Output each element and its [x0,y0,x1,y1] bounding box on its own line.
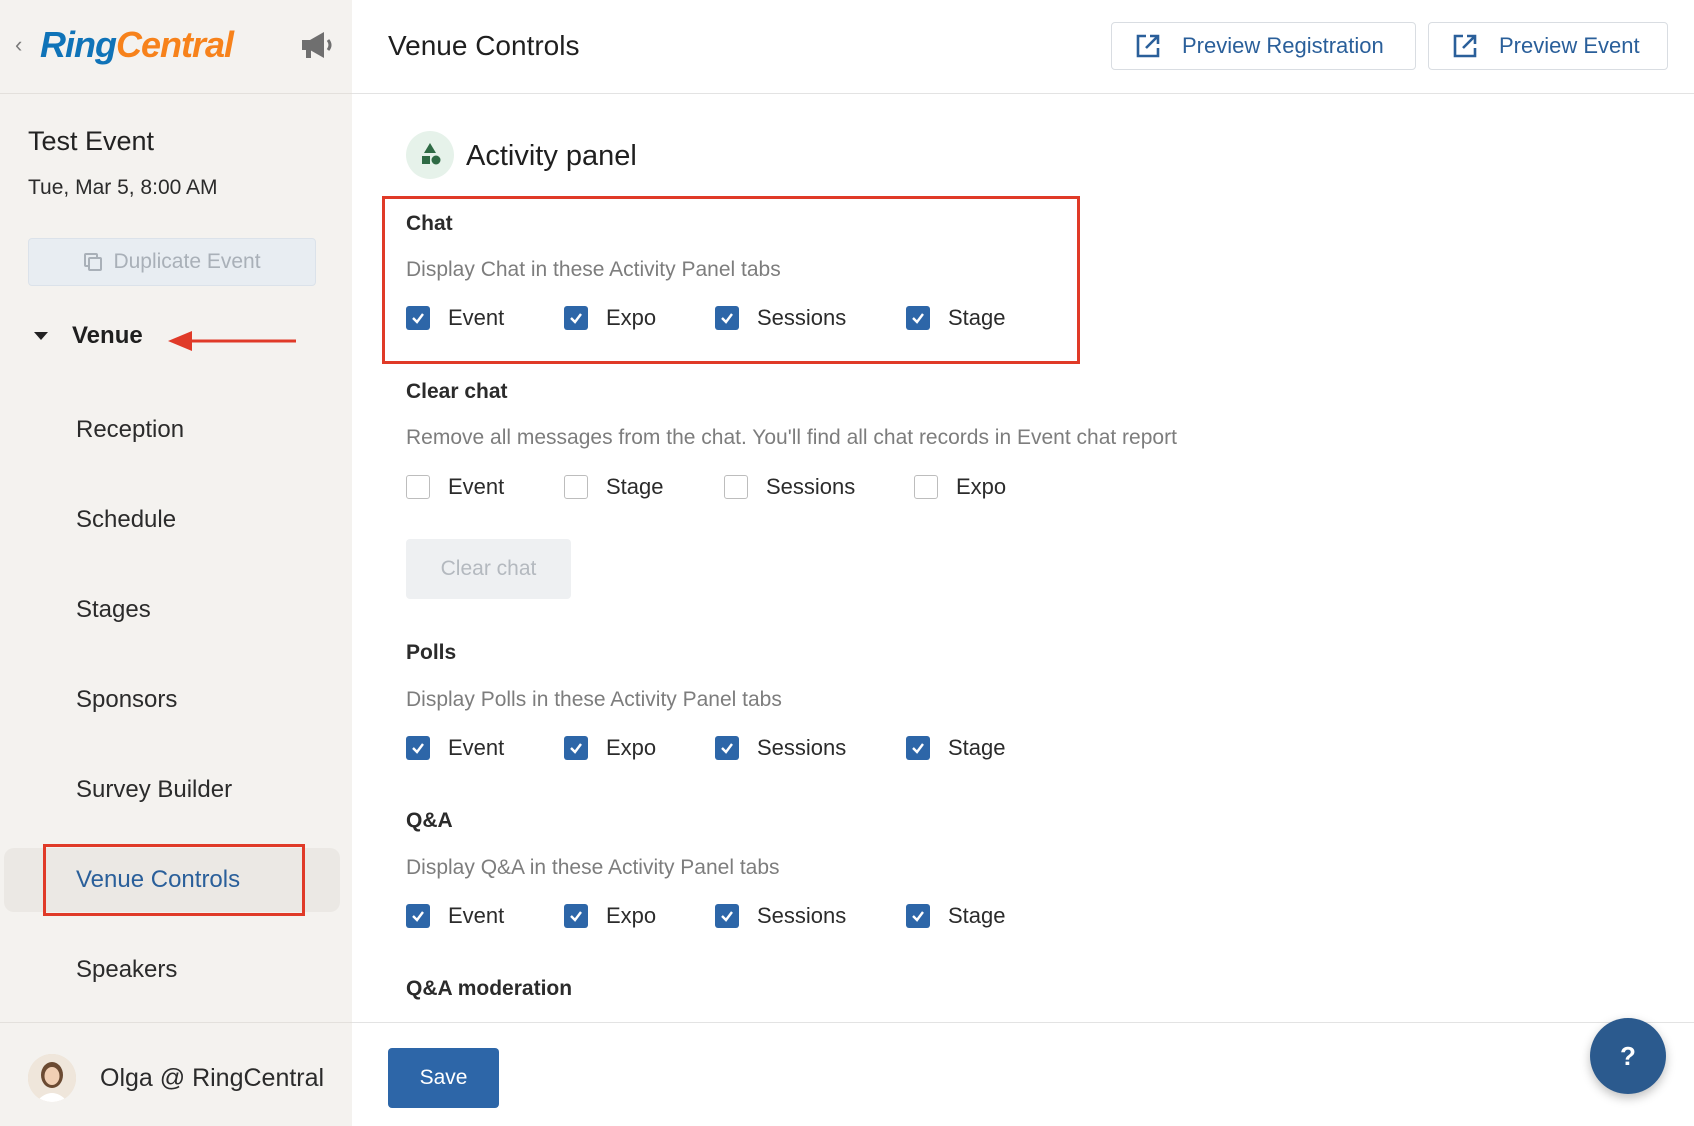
checkbox-label: Expo [956,474,1007,499]
checkbox-checked-icon [715,736,739,760]
sidebar-item-sponsors[interactable]: Sponsors [76,686,177,714]
sidebar-item-survey-builder[interactable]: Survey Builder [76,776,232,804]
event-title: Test Event [28,126,155,156]
checkbox-checked-icon [406,904,430,928]
sidebar-item-stages[interactable]: Stages [76,596,151,624]
preview-event-label: Preview Event [1499,33,1640,58]
external-link-icon [1136,34,1160,58]
checkbox-unchecked-icon [914,475,938,499]
qa-desc: Display Q&A in these Activity Panel tabs [406,856,780,879]
qa-moderation-title: Q&A moderation [406,977,573,1000]
checkbox-label: Event [448,735,505,760]
polls-options: Event Expo Sessions Stage [406,735,1206,763]
clear-chat-button[interactable]: Clear chat [406,539,571,599]
polls-desc: Display Polls in these Activity Panel ta… [406,688,782,711]
duplicate-event-button[interactable]: Duplicate Event [28,238,316,286]
external-link-icon [1453,34,1477,58]
polls-sessions-checkbox[interactable]: Sessions [715,735,846,761]
venue-section-toggle[interactable]: Venue [34,322,143,350]
checkbox-unchecked-icon [724,475,748,499]
annotation-box-sidebar [43,844,305,916]
save-button[interactable]: Save [388,1048,499,1108]
clear-chat-title: Clear chat [406,380,508,403]
polls-event-checkbox[interactable]: Event [406,735,504,761]
clear-event-checkbox[interactable]: Event [406,474,504,500]
checkbox-checked-icon [906,736,930,760]
checkbox-checked-icon [906,904,930,928]
checkbox-unchecked-icon [564,475,588,499]
polls-title: Polls [406,641,457,664]
user-name[interactable]: Olga @ RingCentral [100,1064,324,1093]
checkbox-label: Stage [948,903,1006,928]
clear-expo-checkbox[interactable]: Expo [914,474,1006,500]
checkbox-checked-icon [564,904,588,928]
preview-registration-label: Preview Registration [1182,33,1384,58]
help-button[interactable]: ? [1590,1018,1666,1094]
page-title: Venue Controls [388,30,580,61]
sidebar-item-speakers[interactable]: Speakers [76,956,177,984]
checkbox-checked-icon [564,736,588,760]
caret-down-icon [34,332,48,340]
qa-stage-checkbox[interactable]: Stage [906,903,1006,929]
checkbox-label: Expo [606,735,657,760]
annotation-arrow [168,331,296,351]
logo-central: Central [115,24,234,65]
logo-ring: Ring [40,24,117,65]
venue-label: Venue [72,322,143,349]
qa-sessions-checkbox[interactable]: Sessions [715,903,846,929]
checkbox-label: Sessions [757,735,847,760]
polls-expo-checkbox[interactable]: Expo [564,735,656,761]
back-chevron-icon[interactable]: ‹ [15,32,22,58]
annotation-box-chat [382,196,1080,364]
polls-stage-checkbox[interactable]: Stage [906,735,1006,761]
checkbox-label: Sessions [757,903,847,928]
preview-registration-button[interactable]: Preview Registration [1111,22,1416,70]
qa-title: Q&A [406,809,453,832]
qa-event-checkbox[interactable]: Event [406,903,504,929]
checkbox-unchecked-icon [406,475,430,499]
sidebar-item-reception[interactable]: Reception [76,416,184,444]
checkbox-label: Stage [606,474,664,499]
event-date: Tue, Mar 5, 8:00 AM [28,176,218,199]
clear-chat-desc: Remove all messages from the chat. You'l… [406,426,1177,449]
preview-event-button[interactable]: Preview Event [1428,22,1668,70]
checkbox-checked-icon [715,904,739,928]
avatar[interactable] [28,1054,76,1102]
activity-panel-title: Activity panel [466,140,637,172]
checkbox-label: Expo [606,903,657,928]
ringcentral-logo[interactable]: RingCentral [40,24,234,66]
clear-stage-checkbox[interactable]: Stage [564,474,664,500]
checkbox-label: Event [448,474,505,499]
duplicate-event-label: Duplicate Event [113,250,261,273]
qa-options: Event Expo Sessions Stage [406,903,1206,931]
sidebar-item-schedule[interactable]: Schedule [76,506,176,534]
checkbox-checked-icon [406,736,430,760]
megaphone-icon[interactable] [298,30,336,60]
checkbox-label: Stage [948,735,1006,760]
checkbox-label: Sessions [766,474,856,499]
copy-icon [84,253,103,271]
qa-expo-checkbox[interactable]: Expo [564,903,656,929]
clear-sessions-checkbox[interactable]: Sessions [724,474,855,500]
checkbox-label: Event [448,903,505,928]
clear-chat-options: Event Stage Sessions Expo [406,474,1206,502]
activity-panel-icon [406,131,454,179]
footer-bar [352,1022,1694,1126]
